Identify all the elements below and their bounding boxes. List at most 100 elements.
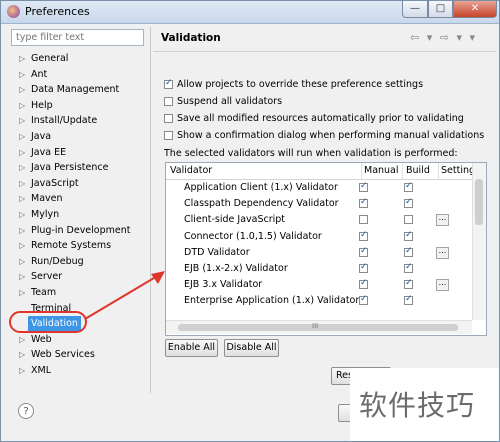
table-row[interactable]: Client-side JavaScript...: [166, 212, 472, 228]
build-checkbox[interactable]: [404, 246, 413, 257]
manual-checkbox[interactable]: [359, 278, 368, 290]
tree-item[interactable]: ▷ XML: [7, 363, 148, 378]
expand-arrow-icon[interactable]: ▷: [19, 363, 25, 378]
settings-button[interactable]: ...: [436, 246, 449, 259]
expand-arrow-icon[interactable]: ▷: [19, 145, 25, 160]
build-checkbox[interactable]: [404, 294, 413, 306]
column-divider[interactable]: [361, 163, 362, 179]
column-divider[interactable]: [438, 163, 439, 179]
expand-arrow-icon[interactable]: ▷: [19, 176, 25, 191]
option-checkbox[interactable]: [164, 114, 173, 123]
expand-arrow-icon[interactable]: ▷: [19, 191, 25, 206]
table-header: Validator Manual Build Setting: [166, 163, 475, 180]
build-checkbox[interactable]: [404, 181, 413, 192]
tree-item-label: General: [31, 53, 69, 64]
build-checkbox[interactable]: [404, 262, 413, 273]
tree-item[interactable]: ▷ Java Persistence: [7, 160, 148, 175]
table-row[interactable]: EJB 3.x Validator...: [166, 277, 472, 293]
tree-item[interactable]: ▷ Web: [7, 332, 148, 347]
filter-input[interactable]: [11, 29, 144, 46]
table-row[interactable]: EJB (1.x-2.x) Validator: [166, 261, 472, 277]
tree-item[interactable]: ▷ Maven: [7, 191, 148, 206]
manual-checkbox[interactable]: [359, 262, 368, 273]
minimize-button[interactable]: —: [402, 1, 428, 18]
disable-all-button[interactable]: Disable All: [224, 339, 279, 357]
tree-item[interactable]: ▷ Plug-in Development: [7, 223, 148, 238]
table-row[interactable]: Classpath Dependency Validator: [166, 196, 472, 212]
expand-arrow-icon[interactable]: ▷: [19, 238, 25, 253]
validator-name: DTD Validator: [184, 246, 250, 258]
manual-checkbox[interactable]: [359, 246, 368, 257]
expand-arrow-icon[interactable]: ▷: [19, 98, 25, 113]
horizontal-scrollbar[interactable]: III: [166, 320, 472, 334]
expand-arrow-icon[interactable]: ▷: [19, 160, 25, 175]
expand-arrow-icon[interactable]: ▷: [19, 347, 25, 362]
build-checkbox[interactable]: [404, 215, 413, 225]
vertical-scroll-thumb[interactable]: [475, 179, 483, 225]
tree-item-label: Maven: [31, 193, 63, 205]
tree-item-label: Java EE: [31, 146, 67, 158]
expand-arrow-icon[interactable]: ▷: [19, 113, 25, 128]
expand-arrow-icon[interactable]: ▷: [19, 129, 25, 144]
build-checkbox[interactable]: [404, 230, 413, 241]
tree-item[interactable]: ▷ Ant: [7, 67, 148, 82]
expand-arrow-icon[interactable]: ▷: [19, 223, 25, 238]
annotation-arrow: [84, 271, 165, 320]
table-row[interactable]: Application Client (1.x) Validator: [166, 180, 472, 196]
settings-button[interactable]: ...: [436, 214, 449, 227]
expand-arrow-icon[interactable]: ▷: [19, 269, 25, 284]
table-row[interactable]: Connector (1.0,1.5) Validator: [166, 229, 472, 245]
option-checkbox[interactable]: [164, 78, 173, 89]
tree-item-label: Install/Update: [31, 115, 98, 127]
tree-item-label: Server: [31, 271, 63, 283]
maximize-button[interactable]: □: [428, 1, 453, 18]
manual-checkbox[interactable]: [359, 294, 368, 306]
preference-tree-panel: ▷ General ▷ Ant ▷ Data Management ▷ Help ▷ Instal…: [7, 27, 148, 393]
column-header-manual[interactable]: Manual: [364, 165, 399, 176]
build-checkbox[interactable]: [404, 197, 413, 209]
table-row[interactable]: Enterprise Application (1.x) Validator: [166, 293, 472, 309]
watermark-text: 软件技巧: [359, 389, 476, 422]
expand-arrow-icon[interactable]: ▷: [19, 285, 25, 300]
history-nav-buttons[interactable]: ⇦ ▾ ⇨ ▾ ▾: [410, 31, 490, 45]
tree-item[interactable]: ▷ Help: [7, 98, 148, 113]
expand-arrow-icon[interactable]: ▷: [19, 332, 25, 347]
build-checkbox[interactable]: [404, 278, 413, 290]
tree-item-label: Java: [31, 131, 52, 142]
help-icon[interactable]: ?: [18, 403, 34, 419]
column-header-validator[interactable]: Validator: [170, 165, 212, 176]
panel-divider[interactable]: [150, 27, 151, 393]
table-row[interactable]: DTD Validator...: [166, 245, 472, 261]
option-label: Suspend all validators: [177, 96, 283, 107]
tree-item[interactable]: ▷ General: [7, 51, 148, 66]
close-button[interactable]: ✕: [453, 1, 497, 18]
expand-arrow-icon[interactable]: ▷: [19, 207, 25, 222]
option-checkbox[interactable]: [164, 131, 173, 140]
tree-item[interactable]: ▷ Java EE: [7, 145, 148, 160]
enable-all-button[interactable]: Enable All: [165, 339, 218, 357]
manual-checkbox[interactable]: [359, 197, 368, 209]
tree-item[interactable]: ▷ JavaScript: [7, 176, 148, 191]
column-divider[interactable]: [402, 163, 403, 179]
tree-item[interactable]: ▷ Web Services: [7, 347, 148, 362]
expand-arrow-icon[interactable]: ▷: [19, 254, 25, 269]
tree-item[interactable]: ▷ Data Management: [7, 82, 148, 97]
manual-checkbox[interactable]: [359, 181, 368, 192]
column-header-build[interactable]: Build: [406, 165, 430, 176]
manual-checkbox[interactable]: [359, 230, 368, 241]
expand-arrow-icon[interactable]: ▷: [19, 51, 25, 66]
expand-arrow-icon[interactable]: ▷: [19, 67, 25, 82]
tree-item[interactable]: ▷ Mylyn: [7, 207, 148, 222]
tree-item[interactable]: ▷ Install/Update: [7, 113, 148, 128]
vertical-scrollbar[interactable]: [472, 163, 486, 320]
manual-checkbox[interactable]: [359, 215, 368, 225]
settings-button[interactable]: ...: [436, 279, 449, 292]
tree-item-label: Help: [31, 99, 53, 111]
tree-item[interactable]: ▷ Remote Systems: [7, 238, 148, 253]
column-header-settings[interactable]: Setting: [441, 165, 475, 176]
tree-item-label: Plug-in Development: [31, 224, 131, 236]
option-checkbox[interactable]: [164, 97, 173, 106]
tree-item[interactable]: ▷ Java: [7, 129, 148, 144]
title-bar: Preferences — □ ✕: [1, 1, 499, 24]
expand-arrow-icon[interactable]: ▷: [19, 82, 25, 97]
